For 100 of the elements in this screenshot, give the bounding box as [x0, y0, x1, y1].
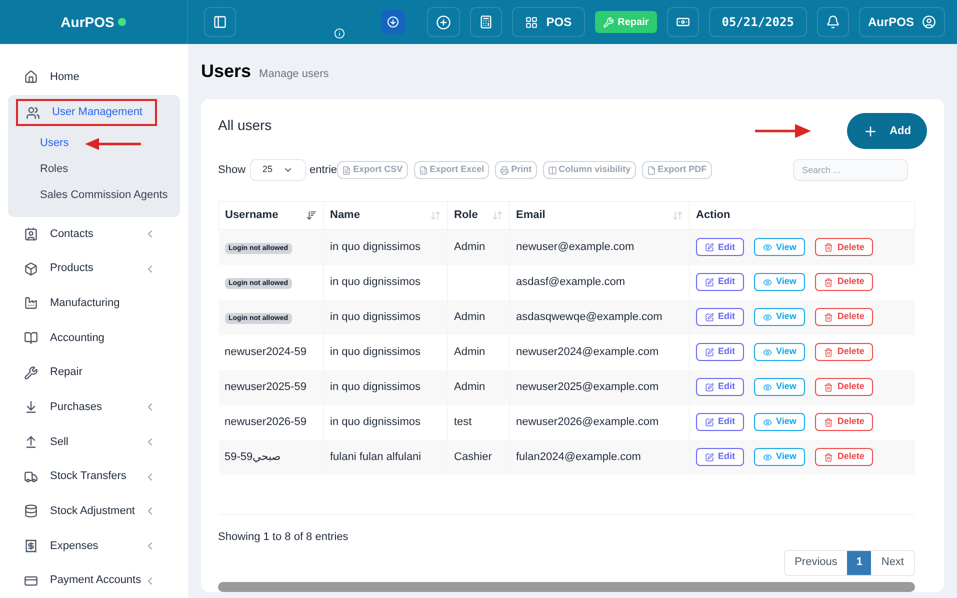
trash-icon — [824, 278, 834, 286]
action-button[interactable]: Edit — [696, 308, 744, 326]
action-button[interactable]: View — [754, 448, 806, 466]
eye-icon — [763, 278, 772, 286]
add-user-button[interactable]: Add — [846, 113, 927, 149]
horizontal-scrollbar[interactable] — [218, 582, 915, 592]
book-icon — [24, 331, 38, 346]
page-button[interactable]: 1 — [847, 550, 872, 574]
eye-icon — [763, 418, 772, 426]
edit-icon — [705, 278, 714, 286]
date-button[interactable]: 05/21/2025 — [708, 7, 807, 37]
export-button[interactable]: Export Excel — [414, 161, 490, 179]
spreadsheet-icon — [418, 166, 428, 174]
action-button[interactable]: Delete — [815, 413, 874, 431]
action-button[interactable]: Delete — [815, 273, 874, 291]
eye-icon — [763, 382, 772, 392]
sidebar-item[interactable]: Sell — [8, 424, 180, 460]
sidebar-item[interactable]: Stock Adjustment — [8, 494, 180, 529]
edit-icon — [705, 348, 714, 356]
user-icon — [922, 15, 936, 29]
previous-button[interactable]: Previous — [784, 550, 848, 574]
panel-icon — [213, 15, 227, 29]
column-header[interactable]: Username — [218, 202, 324, 230]
sidebar-item[interactable]: Home — [8, 60, 180, 95]
annotation-arrow — [84, 138, 141, 150]
truck-icon — [24, 470, 38, 484]
action-button[interactable]: Delete — [815, 378, 874, 396]
notifications-button[interactable] — [816, 7, 849, 37]
sidebar-subitem[interactable]: Roles — [8, 156, 68, 183]
receipt-icon — [24, 539, 38, 554]
box-icon — [24, 262, 38, 276]
action-button[interactable]: Edit — [696, 448, 744, 466]
table-cell: Cashier — [448, 440, 510, 474]
wrench-icon — [602, 16, 614, 28]
action-button[interactable]: View — [754, 273, 806, 291]
user-button[interactable]: AurPOS — [858, 7, 945, 37]
printer-icon — [500, 166, 510, 174]
download-button[interactable] — [381, 10, 406, 34]
sidebar-item[interactable]: Accounting — [8, 320, 180, 356]
factory-icon — [24, 296, 38, 310]
sidebar-item[interactable]: Contacts — [8, 216, 180, 252]
sidebar-item[interactable]: Purchases — [8, 390, 180, 425]
sidebar-item[interactable]: Expenses — [8, 528, 180, 564]
trash-icon — [824, 418, 834, 426]
upload-icon — [24, 435, 38, 450]
export-button[interactable]: Column visibility — [542, 161, 636, 179]
action-button[interactable]: Delete — [815, 308, 874, 326]
export-button[interactable]: Print — [495, 161, 537, 179]
cash-button[interactable] — [666, 7, 699, 37]
column-header[interactable]: Email — [510, 202, 690, 230]
page-title: Users — [201, 60, 252, 83]
show-label: Show — [218, 162, 246, 178]
entries-label: entrie — [310, 162, 338, 178]
eye-icon — [763, 348, 772, 356]
credit-card-icon — [24, 574, 38, 588]
action-button[interactable]: Edit — [696, 413, 744, 431]
card-title: All users — [218, 116, 272, 134]
add-button[interactable] — [427, 7, 460, 37]
file-icon — [646, 166, 656, 174]
eye-icon — [763, 312, 772, 322]
search-field[interactable]: Search ... — [793, 159, 908, 181]
table-cell: fulan2024@example.com — [510, 440, 690, 474]
export-button[interactable]: Export PDF — [642, 161, 712, 179]
calculator-button[interactable] — [470, 7, 502, 37]
action-button[interactable]: View — [754, 413, 806, 431]
edit-icon — [705, 418, 714, 426]
column-header[interactable]: Name — [324, 202, 448, 230]
sidebar-toggle-button[interactable] — [204, 7, 236, 37]
eye-icon — [763, 452, 772, 462]
sidebar-subitem[interactable]: Sales Commission Agents — [8, 182, 168, 209]
sidebar-item[interactable]: Products — [8, 251, 180, 286]
table-info: Showing 1 to 8 of 8 entries — [218, 530, 350, 545]
highlight-frame: User Management — [16, 99, 156, 126]
sidebar-subitem[interactable]: Users — [8, 130, 69, 157]
table-cell: fulani fulan alfulani — [324, 440, 448, 474]
column-header[interactable]: Action — [690, 202, 914, 230]
sidebar-item[interactable]: Stock Transfers — [8, 459, 180, 494]
info-icon[interactable] — [334, 28, 345, 39]
action-button[interactable]: View — [754, 343, 806, 361]
sidebar-item[interactable]: Payment Accounts — [8, 563, 180, 598]
columns-icon — [548, 166, 557, 174]
sidebar-item[interactable]: User Management — [8, 94, 180, 131]
action-button[interactable]: Edit — [696, 343, 744, 361]
eye-icon — [763, 242, 772, 252]
page-size-select[interactable]: 25 — [250, 159, 306, 181]
action-button[interactable]: Delete — [815, 238, 874, 256]
action-button[interactable]: Delete — [815, 448, 874, 466]
download-icon — [387, 16, 400, 28]
sidebar-item[interactable]: Repair — [8, 355, 180, 390]
pos-button[interactable]: POS — [512, 7, 585, 37]
action-button[interactable]: View — [754, 378, 806, 396]
action-button[interactable]: View — [754, 238, 806, 256]
sidebar-item[interactable]: Manufacturing — [8, 286, 180, 321]
action-button[interactable]: Edit — [696, 378, 744, 396]
action-button[interactable]: Edit — [696, 273, 744, 291]
next-button[interactable]: Next — [871, 550, 914, 574]
action-button[interactable]: Edit — [696, 238, 744, 256]
export-button[interactable]: Export CSV — [337, 161, 408, 179]
action-button[interactable]: Delete — [815, 343, 874, 361]
action-button[interactable]: View — [754, 308, 806, 326]
